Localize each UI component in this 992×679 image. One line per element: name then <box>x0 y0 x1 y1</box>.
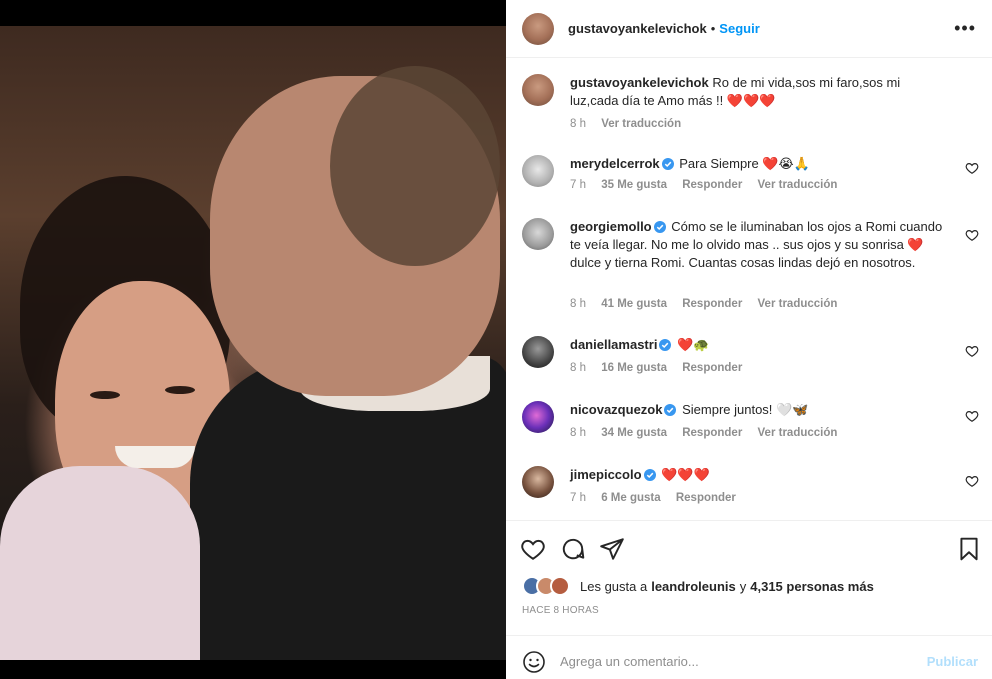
comment-item: daniellamastri ❤️🐢 8 h 16 Me gusta Respo… <box>522 336 979 386</box>
comment-text: Siempre juntos! 🤍🦋 <box>682 402 809 417</box>
avatar[interactable] <box>522 336 554 368</box>
caption-meta: 8 h Ver traducción <box>570 118 693 130</box>
post-timestamp[interactable]: HACE 8 HORAS <box>522 605 599 616</box>
likes-summary: Les gusta a leandroleunis y 4,315 person… <box>522 575 874 597</box>
avatar[interactable] <box>522 155 554 187</box>
avatar <box>550 576 570 596</box>
translate-link[interactable]: Ver traducción <box>601 118 681 130</box>
comment-meta: 8 h 16 Me gusta Responder <box>570 362 754 374</box>
reply-button[interactable]: Responder <box>676 492 736 504</box>
comment-username[interactable]: daniellamastri <box>570 337 657 352</box>
share-icon[interactable] <box>599 536 625 562</box>
instagram-post-window: gustavoyankelevichok • Seguir ••• gustav… <box>0 0 992 679</box>
photo-shape <box>330 66 500 266</box>
comment-time: 8 h <box>570 427 586 439</box>
bookmark-icon[interactable] <box>956 536 982 562</box>
photo-shape <box>0 466 200 660</box>
caption-username[interactable]: gustavoyankelevichok <box>570 75 709 90</box>
post-photo-area <box>0 0 506 679</box>
avatar[interactable] <box>522 466 554 498</box>
comment-time: 8 h <box>570 298 586 310</box>
separator-dot: • <box>710 21 716 36</box>
comment-input[interactable]: Agrega un comentario... <box>560 654 699 669</box>
photo-shape <box>90 391 120 399</box>
likes-prefix: Les gusta a <box>580 578 648 594</box>
heart-icon[interactable] <box>965 409 979 423</box>
author-username[interactable]: gustavoyankelevichok <box>568 21 707 36</box>
verified-icon <box>664 404 677 416</box>
comment-meta: 8 h 34 Me gusta Responder Ver traducción <box>570 427 849 439</box>
reply-button[interactable]: Responder <box>682 298 742 310</box>
likes-connector: y <box>739 578 747 594</box>
comment-time: 8 h <box>570 362 586 374</box>
emoji-icon[interactable] <box>522 650 546 674</box>
verified-icon <box>659 339 672 351</box>
translate-link[interactable]: Ver traducción <box>758 179 838 191</box>
comment-time: 7 h <box>570 179 586 191</box>
comments-list[interactable]: gustavoyankelevichok Ro de mi vida,sos m… <box>506 58 992 520</box>
follow-button[interactable]: Seguir <box>719 21 759 36</box>
comment-item: nicovazquezok Siempre juntos! 🤍🦋 8 h 34 … <box>522 401 979 451</box>
heart-icon[interactable] <box>965 228 979 242</box>
verified-icon <box>643 469 656 481</box>
avatar[interactable] <box>522 218 554 250</box>
more-icon[interactable]: ••• <box>954 18 976 38</box>
comment-item: jimepiccolo ❤️❤️❤️ 7 h 6 Me gusta Respon… <box>522 466 979 516</box>
comment-likes[interactable]: 34 Me gusta <box>601 427 667 439</box>
translate-link[interactable]: Ver traducción <box>758 298 838 310</box>
liker-username[interactable]: leandroleunis <box>651 579 736 594</box>
comment-body: nicovazquezok Siempre juntos! 🤍🦋 <box>570 401 950 419</box>
comment-body: jimepiccolo ❤️❤️❤️ <box>570 466 950 484</box>
comment-meta: 7 h 6 Me gusta Responder <box>570 492 748 504</box>
likes-count[interactable]: 4,315 personas más <box>750 579 874 594</box>
comment-body: merydelcerrok Para Siempre ❤️😭🙏 <box>570 155 950 173</box>
reply-button[interactable]: Responder <box>682 362 742 374</box>
like-heart-icon[interactable] <box>520 536 546 562</box>
post-photo[interactable] <box>0 26 506 660</box>
comment-icon[interactable] <box>560 536 586 562</box>
comment-meta: 8 h 41 Me gusta Responder Ver traducción <box>570 298 849 310</box>
heart-icon[interactable] <box>965 474 979 488</box>
post-header: gustavoyankelevichok • Seguir ••• <box>506 0 992 58</box>
publish-button[interactable]: Publicar <box>927 654 978 669</box>
caption-time: 8 h <box>570 118 586 130</box>
post-actions-bar <box>506 520 992 576</box>
verified-icon <box>653 221 666 233</box>
photo-shape <box>165 386 195 394</box>
caption-body: gustavoyankelevichok Ro de mi vida,sos m… <box>570 74 950 110</box>
reply-button[interactable]: Responder <box>682 427 742 439</box>
comment-likes[interactable]: 16 Me gusta <box>601 362 667 374</box>
comment-item: merydelcerrok Para Siempre ❤️😭🙏 7 h 35 M… <box>522 155 979 205</box>
heart-icon[interactable] <box>965 344 979 358</box>
post-side-panel: gustavoyankelevichok • Seguir ••• gustav… <box>506 0 992 679</box>
reply-button[interactable]: Responder <box>682 179 742 191</box>
comment-meta: 7 h 35 Me gusta Responder Ver traducción <box>570 179 849 191</box>
comment-body: georgiemollo Cómo se le iluminaban los o… <box>570 218 950 272</box>
comment-time: 7 h <box>570 492 586 504</box>
caption-item: gustavoyankelevichok Ro de mi vida,sos m… <box>522 74 977 134</box>
comment-likes[interactable]: 41 Me gusta <box>601 298 667 310</box>
comment-text: ❤️🐢 <box>677 337 710 352</box>
verified-icon <box>661 158 674 170</box>
avatar[interactable] <box>522 74 554 106</box>
add-comment-bar: Agrega un comentario... Publicar <box>506 635 992 679</box>
comment-body: daniellamastri ❤️🐢 <box>570 336 950 354</box>
photo-shape <box>115 446 195 468</box>
comment-text: Para Siempre ❤️😭🙏 <box>679 156 810 171</box>
author-avatar[interactable] <box>522 12 554 45</box>
comment-username[interactable]: jimepiccolo <box>570 467 642 482</box>
avatar[interactable] <box>522 401 554 433</box>
comment-item: georgiemollo Cómo se le iluminaban los o… <box>522 218 979 318</box>
comment-username[interactable]: merydelcerrok <box>570 156 660 171</box>
heart-icon[interactable] <box>965 161 979 175</box>
comment-username[interactable]: georgiemollo <box>570 219 652 234</box>
comment-username[interactable]: nicovazquezok <box>570 402 662 417</box>
liker-avatars[interactable] <box>522 576 574 596</box>
comment-text: ❤️❤️❤️ <box>661 467 710 482</box>
comment-likes[interactable]: 35 Me gusta <box>601 179 667 191</box>
translate-link[interactable]: Ver traducción <box>758 427 838 439</box>
comment-likes[interactable]: 6 Me gusta <box>601 492 660 504</box>
